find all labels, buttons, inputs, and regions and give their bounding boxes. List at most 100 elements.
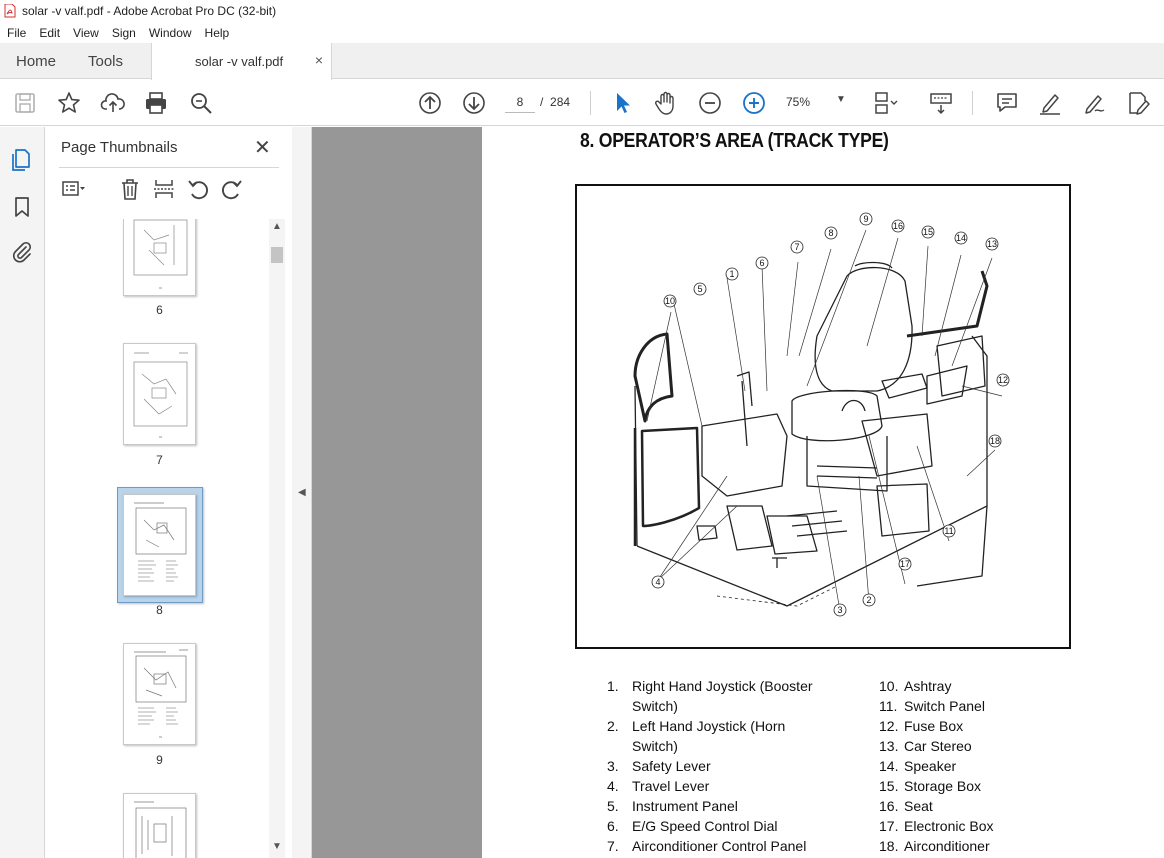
- legend-item: 4. Travel Lever: [607, 776, 857, 796]
- legend-text: Right Hand Joystick (Booster: [632, 678, 813, 694]
- zoom-in-icon[interactable]: [741, 90, 767, 116]
- collapse-left-icon[interactable]: ◀: [298, 487, 306, 498]
- legend-number: 12.: [879, 718, 899, 734]
- legend-text: E/G Speed Control Dial: [632, 818, 778, 834]
- menu-sign[interactable]: Sign: [105, 26, 142, 40]
- prev-page-icon[interactable]: [417, 90, 443, 116]
- comment-icon[interactable]: [994, 90, 1020, 116]
- callout-3: 3: [837, 605, 842, 615]
- scroll-mode-icon[interactable]: [928, 90, 954, 116]
- page-display-icon[interactable]: [872, 90, 898, 116]
- page-thumbnail[interactable]: [123, 343, 196, 445]
- legend-text: Speaker: [904, 758, 957, 774]
- page-thumbnail[interactable]: [123, 793, 196, 858]
- search-zoom-icon[interactable]: [188, 90, 214, 116]
- attachment-icon[interactable]: [10, 240, 34, 264]
- legend-number: 14.: [879, 758, 899, 774]
- legend-text: Travel Lever: [632, 778, 710, 794]
- thumbnail-list: 6 7 8 9: [59, 219, 267, 858]
- document-workspace: ◀ 8. OPERATOR’S AREA (TRACK TYPE) 1 2 3 …: [292, 127, 1164, 858]
- legend-number: 4.: [607, 778, 619, 794]
- legend-text: Car Stereo: [904, 738, 972, 754]
- legend-number: [607, 736, 632, 756]
- page-thumbnail[interactable]: [123, 219, 196, 296]
- panel-title: Page Thumbnails: [61, 139, 178, 156]
- bookmark-icon[interactable]: [10, 195, 34, 219]
- tab-document[interactable]: solar -v valf.pdf ×: [151, 43, 332, 80]
- toolbar-divider: [590, 91, 591, 115]
- legend-number: 17.: [879, 818, 899, 834]
- extract-pages-icon[interactable]: [152, 177, 176, 201]
- select-cursor-icon[interactable]: [610, 90, 636, 116]
- legend-number: 6.: [607, 818, 619, 834]
- page-thumbnail[interactable]: [123, 643, 196, 745]
- thumbnail-options-icon[interactable]: [61, 177, 85, 201]
- menu-help[interactable]: Help: [198, 26, 236, 40]
- window-title: solar -v valf.pdf - Adobe Acrobat Pro DC…: [22, 4, 277, 18]
- fill-sign-icon[interactable]: [1125, 90, 1151, 116]
- page-number-input[interactable]: 8: [505, 91, 535, 113]
- menu-window[interactable]: Window: [142, 26, 198, 40]
- page-heading: 8. OPERATOR’S AREA (TRACK TYPE): [580, 130, 889, 152]
- callout-11: 11: [944, 526, 953, 536]
- page-count: / 284: [540, 95, 570, 109]
- legend-number: 10.: [879, 678, 899, 694]
- tab-tools[interactable]: Tools: [88, 53, 123, 70]
- zoom-out-icon[interactable]: [697, 90, 723, 116]
- page-thumbnail-selected[interactable]: [123, 494, 196, 596]
- thumbnail-scrollbar[interactable]: ▲ ▼: [269, 219, 285, 858]
- highlight-pen-icon[interactable]: [1037, 90, 1063, 116]
- legend-item: 12. Fuse Box: [879, 716, 1039, 736]
- zoom-dropdown-icon[interactable]: ▼: [836, 94, 846, 105]
- save-icon[interactable]: [12, 90, 38, 116]
- menu-view[interactable]: View: [66, 26, 105, 40]
- close-panel-icon[interactable]: ✕: [254, 135, 271, 160]
- close-tab-icon[interactable]: ×: [315, 52, 323, 68]
- legend-number: 3.: [607, 758, 619, 774]
- next-page-icon[interactable]: [461, 90, 487, 116]
- panel-divider: [59, 167, 279, 168]
- legend-column-left: 1. Right Hand Joystick (Booster Switch) 2…: [607, 676, 857, 856]
- legend-item: 3. Safety Lever: [607, 756, 857, 776]
- sign-pen-icon[interactable]: [1081, 90, 1107, 116]
- callout-16: 16: [893, 221, 903, 231]
- scroll-down-icon[interactable]: ▼: [272, 841, 282, 852]
- scroll-up-icon[interactable]: ▲: [272, 221, 282, 232]
- pdf-page: 8. OPERATOR’S AREA (TRACK TYPE) 1 2 3 4 …: [482, 127, 1164, 858]
- menu-edit[interactable]: Edit: [32, 26, 66, 40]
- callout-5: 5: [697, 284, 702, 294]
- legend-item: 18. Airconditioner: [879, 836, 1039, 856]
- menu-file[interactable]: File: [0, 26, 32, 40]
- legend-item: 15. Storage Box: [879, 776, 1039, 796]
- legend-text: Electronic Box: [904, 818, 994, 834]
- callout-17: 17: [900, 559, 910, 569]
- rotate-left-icon[interactable]: [186, 177, 210, 201]
- tab-document-label: solar -v valf.pdf: [195, 54, 284, 69]
- callout-6: 6: [759, 258, 764, 268]
- legend-item: 7. Airconditioner Control Panel: [607, 836, 857, 856]
- callout-8: 8: [828, 228, 833, 238]
- scrollbar-thumb[interactable]: [271, 247, 283, 263]
- legend-item: 1. Right Hand Joystick (Booster: [607, 676, 857, 696]
- zoom-level[interactable]: 75%: [786, 95, 810, 109]
- hand-pan-icon[interactable]: [653, 90, 679, 116]
- callout-13: 13: [987, 239, 997, 249]
- legend-number: 2.: [607, 718, 619, 734]
- tab-home[interactable]: Home: [16, 53, 56, 70]
- rotate-right-icon[interactable]: [220, 177, 244, 201]
- main-toolbar: 8 / 284 75% ▼: [0, 80, 1164, 126]
- callout-15: 15: [923, 227, 933, 237]
- star-icon[interactable]: [56, 90, 82, 116]
- print-icon[interactable]: [143, 90, 169, 116]
- legend-column-right: 10. Ashtray 11. Switch Panel 12. Fuse Box 1…: [879, 676, 1039, 856]
- legend-text: Safety Lever: [632, 758, 711, 774]
- delete-page-icon[interactable]: [118, 177, 142, 201]
- panel-collapse-handle[interactable]: ◀: [292, 127, 312, 858]
- callout-14: 14: [956, 233, 966, 243]
- legend-number: 15.: [879, 778, 899, 794]
- legend-number: 7.: [607, 838, 619, 854]
- page-thumbnails-icon[interactable]: [10, 148, 34, 172]
- share-upload-icon[interactable]: [100, 90, 126, 116]
- legend-item: 2. Left Hand Joystick (Horn: [607, 716, 857, 736]
- thumbnail-page-label: 6: [156, 303, 163, 317]
